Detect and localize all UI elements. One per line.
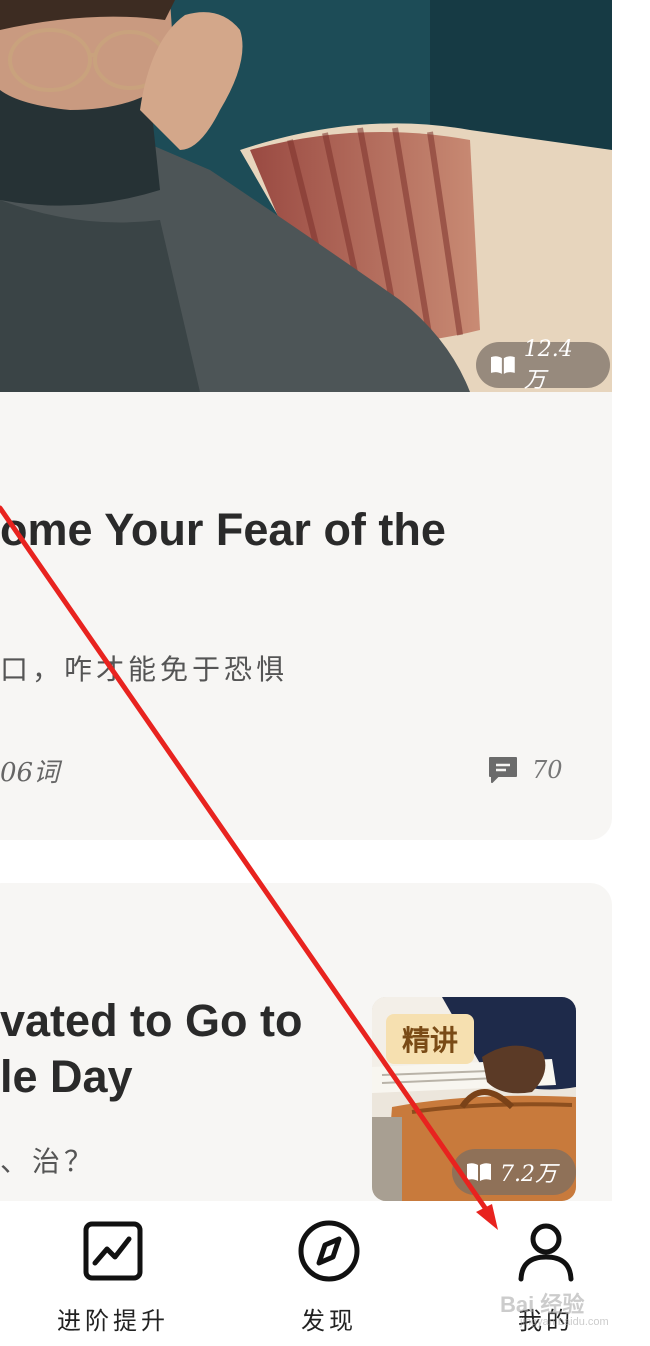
word-count: 06词: [0, 758, 60, 788]
article-subtitle: 口，咋才能免于恐惧: [0, 653, 289, 686]
user-icon: [518, 1223, 574, 1282]
read-count-badge: 12.4万: [476, 337, 610, 392]
comment-count: 70: [532, 756, 563, 784]
cover-photo: [0, 0, 612, 392]
article-title-line-2[interactable]: le Day: [0, 1049, 133, 1105]
compass-icon: [298, 1220, 360, 1282]
comment-icon: [489, 757, 517, 783]
watermark-url: jingyan.baidu.com: [520, 1316, 609, 1328]
tab-discover-label: 发现: [301, 1307, 357, 1335]
tab-advance-label: 进阶提升: [57, 1307, 169, 1335]
book-icon: [490, 356, 515, 374]
tab-advance[interactable]: 进阶提升: [38, 1201, 188, 1346]
book-icon: [467, 1163, 491, 1181]
featured-tag: 精讲: [386, 1014, 474, 1064]
chart-trend-icon: [83, 1221, 143, 1281]
article-cover-image[interactable]: 12.4万: [0, 0, 612, 392]
comment-count-group[interactable]: 70: [488, 756, 563, 784]
article-title-line-1[interactable]: vated to Go to: [0, 993, 303, 1049]
tab-discover[interactable]: 发现: [254, 1201, 404, 1346]
app-screen: 12.4万 ome Your Fear of the 口，咋才能免于恐惧 06词…: [0, 0, 650, 1346]
screen-edge: [612, 0, 650, 1346]
watermark: Bai 经验: [500, 1292, 585, 1317]
read-count: 12.4万: [523, 336, 573, 393]
article-title[interactable]: ome Your Fear of the: [0, 502, 446, 558]
read-count-badge: 7.2万: [452, 1149, 576, 1195]
read-count: 7.2万: [500, 1162, 557, 1187]
article-subtitle: 、治？: [0, 1145, 97, 1178]
